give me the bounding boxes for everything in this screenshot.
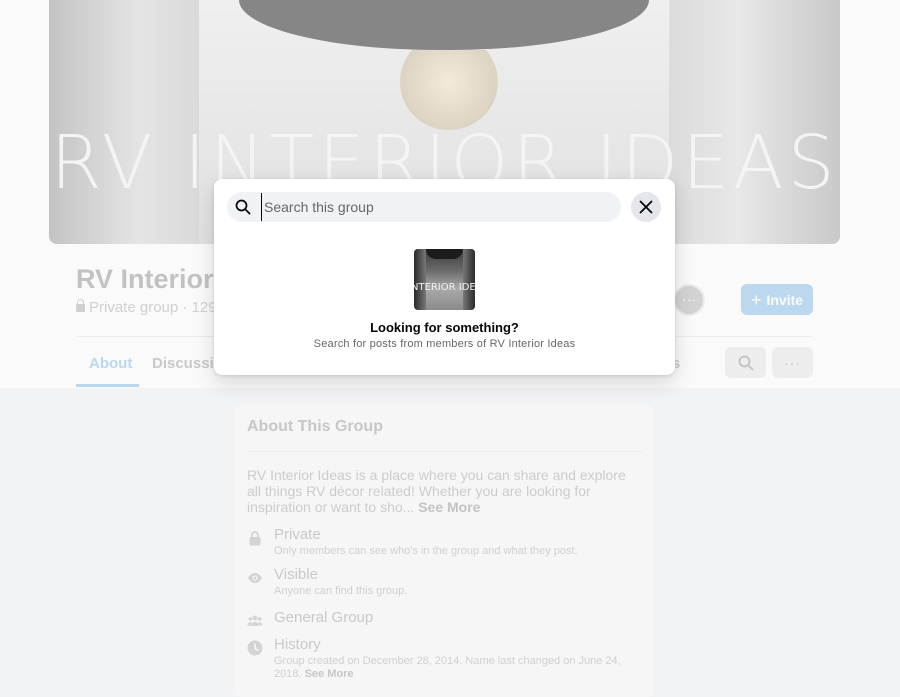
- search-box: [227, 192, 621, 222]
- empty-state-subtitle: Search for posts from members of RV Inte…: [313, 338, 576, 350]
- search-icon: [235, 199, 251, 215]
- search-input[interactable]: [261, 193, 591, 221]
- thumb-curtain-right: [463, 249, 475, 310]
- thumb-text: INTERIOR IDEAS: [414, 282, 475, 293]
- thumb-lamp: [426, 249, 463, 259]
- group-thumbnail: INTERIOR IDEAS: [414, 249, 475, 310]
- close-button[interactable]: [631, 192, 661, 222]
- thumb-curtain-left: [414, 249, 426, 310]
- empty-state-title: Looking for something?: [370, 320, 519, 335]
- close-icon: [639, 200, 653, 214]
- search-dialog: INTERIOR IDEAS Looking for something? Se…: [214, 179, 675, 375]
